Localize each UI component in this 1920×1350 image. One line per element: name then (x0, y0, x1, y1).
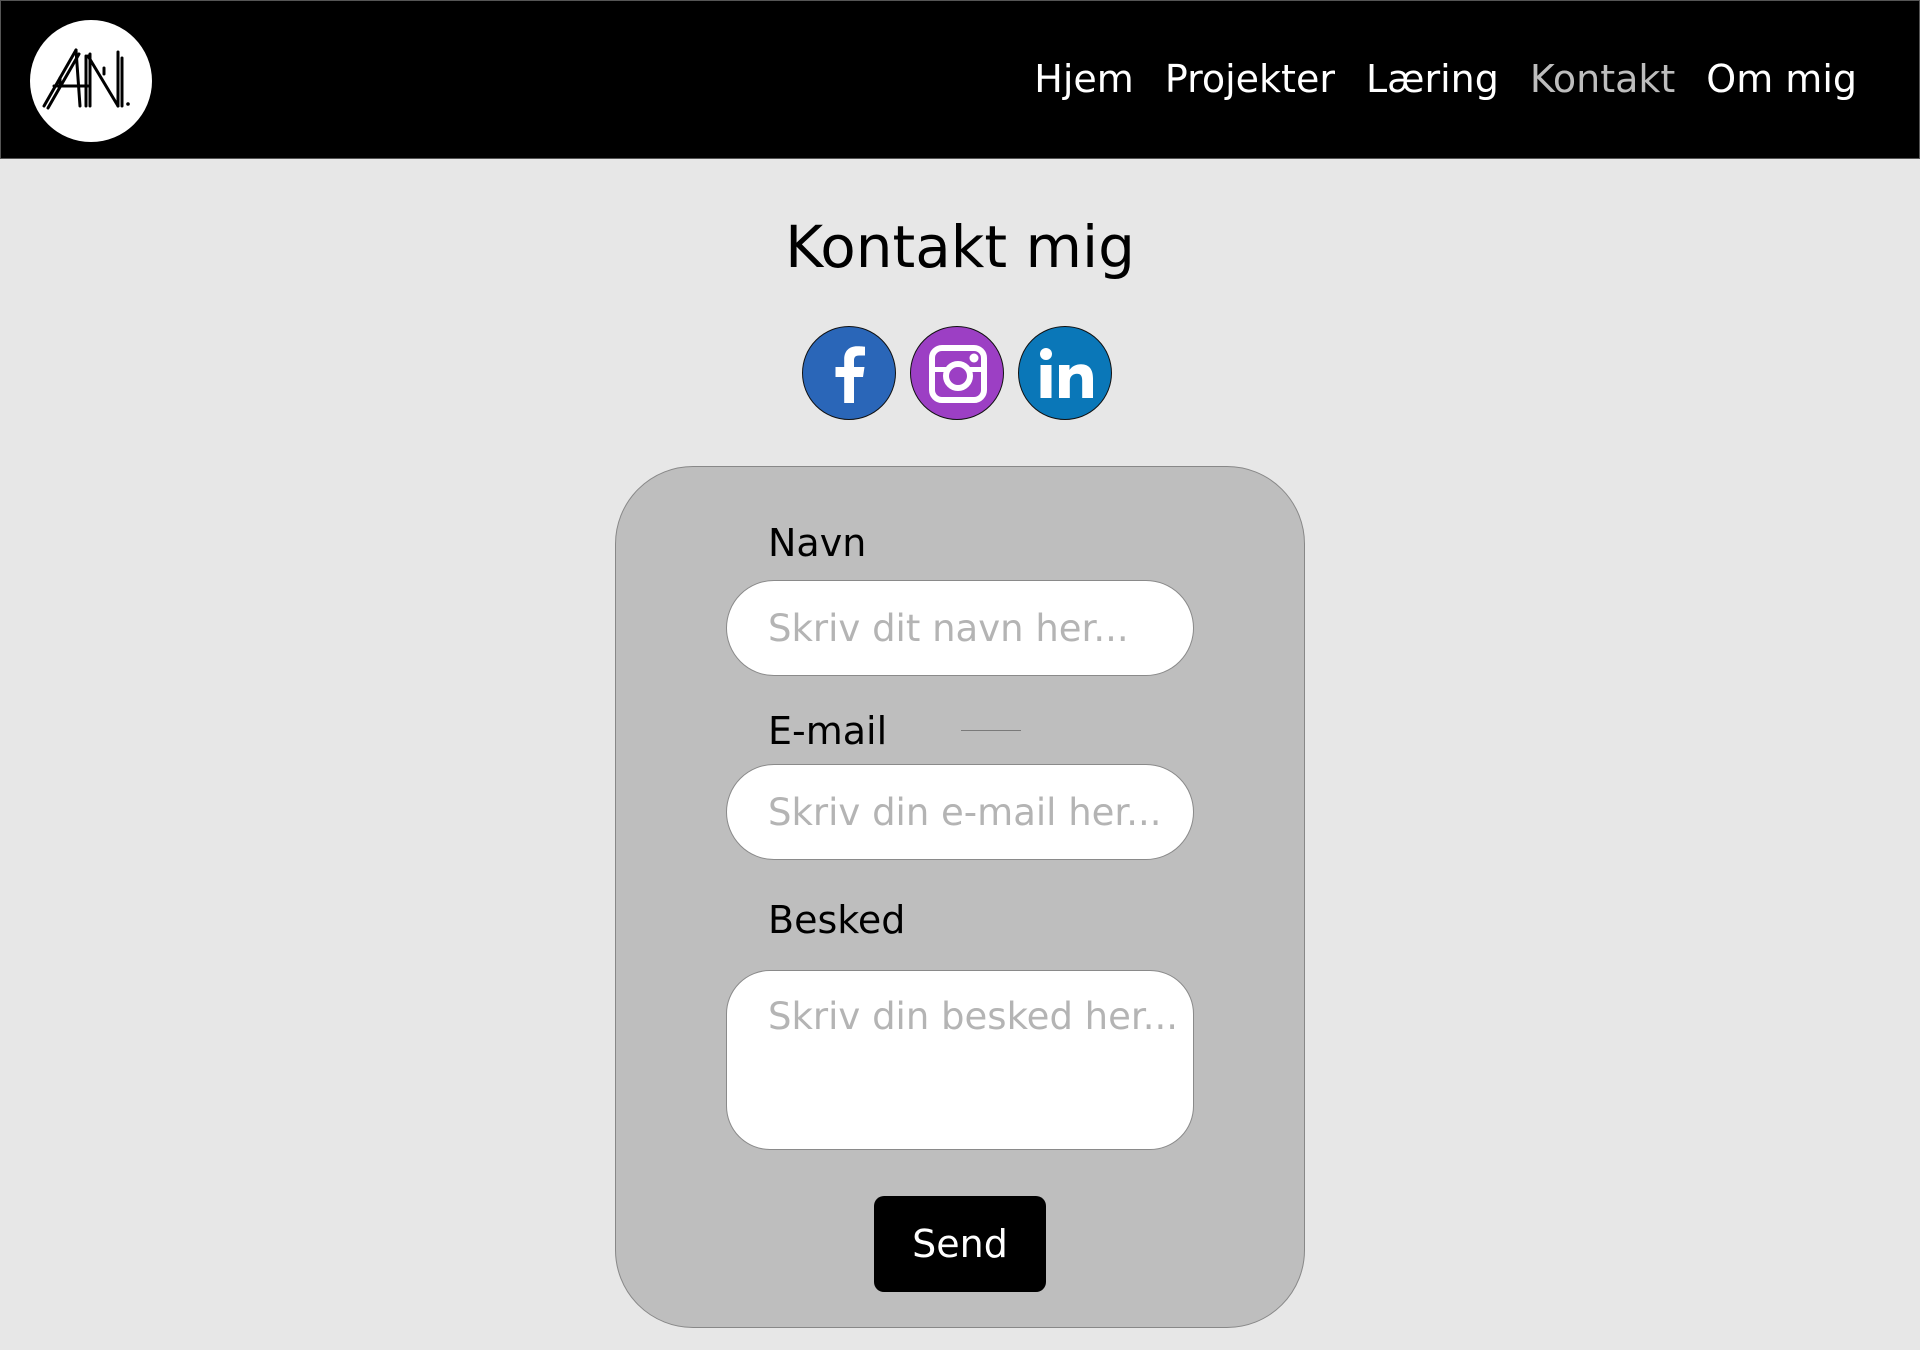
social-links (802, 326, 1112, 420)
top-navigation-bar: Hjem Projekter Læring Kontakt Om mig (0, 0, 1920, 159)
site-logo[interactable] (30, 20, 152, 142)
nav-item-laering[interactable]: Læring (1366, 53, 1499, 105)
name-input[interactable] (726, 580, 1194, 676)
contact-form: Navn E-mail Besked Send (615, 466, 1305, 1328)
divider-line (961, 730, 1021, 731)
instagram-icon (929, 345, 987, 403)
email-label: E-mail (768, 709, 888, 753)
linkedin-icon (1040, 348, 1093, 398)
an-monogram-icon (42, 48, 130, 110)
send-button[interactable]: Send (874, 1196, 1046, 1292)
message-textarea[interactable] (726, 970, 1194, 1150)
nav-item-om-mig[interactable]: Om mig (1706, 53, 1857, 105)
facebook-icon (835, 346, 865, 403)
instagram-link[interactable] (910, 326, 1004, 420)
page-title: Kontakt mig (785, 213, 1135, 281)
nav-item-hjem[interactable]: Hjem (1034, 53, 1134, 105)
linkedin-link[interactable] (1018, 326, 1112, 420)
nav-item-kontakt[interactable]: Kontakt (1530, 53, 1675, 105)
name-label: Navn (768, 521, 867, 565)
nav-item-projekter[interactable]: Projekter (1165, 53, 1335, 105)
email-input[interactable] (726, 764, 1194, 860)
main-nav: Hjem Projekter Læring Kontakt Om mig (1034, 53, 1857, 105)
facebook-link[interactable] (802, 326, 896, 420)
message-label: Besked (768, 898, 906, 942)
